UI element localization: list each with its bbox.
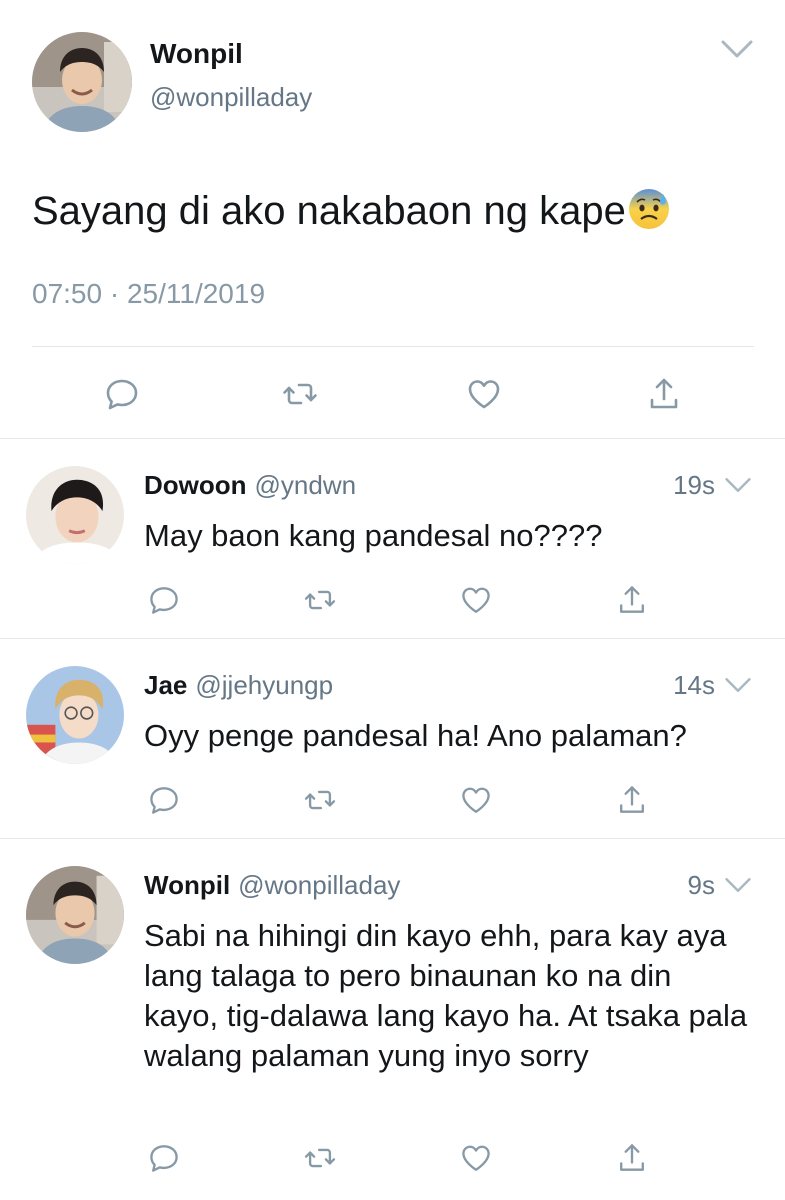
reply-header: Dowoon @yndwn bbox=[144, 470, 356, 501]
divider bbox=[0, 638, 785, 639]
main-tweet: Wonpil @wonpilladay Sayang di ako nakaba… bbox=[0, 0, 785, 440]
tweet-text-content: Sayang di ako nakabaon ng kape bbox=[32, 189, 626, 233]
retweet-icon[interactable] bbox=[302, 782, 338, 818]
reply-header: Jae @jjehyungp bbox=[144, 670, 333, 701]
share-icon[interactable] bbox=[644, 374, 684, 414]
avatar-jae[interactable] bbox=[26, 666, 124, 764]
tweet-text: Sayang di ako nakabaon ng kape bbox=[32, 186, 672, 234]
reply-text: May baon kang pandesal no???? bbox=[144, 518, 603, 553]
reply-icon[interactable] bbox=[146, 1140, 182, 1176]
like-icon[interactable] bbox=[458, 1140, 494, 1176]
reply-tweet[interactable]: Wonpil @wonpilladay 9s Sabi na hihingi di… bbox=[0, 840, 785, 1200]
reply-tweet[interactable]: Dowoon @yndwn 19s May baon kang pandesal … bbox=[0, 440, 785, 638]
dot-separator: · bbox=[109, 278, 120, 309]
reply-icon[interactable] bbox=[146, 582, 182, 618]
share-icon[interactable] bbox=[614, 582, 650, 618]
reply-header: Wonpil @wonpilladay bbox=[144, 870, 400, 901]
retweet-icon[interactable] bbox=[280, 374, 320, 414]
avatar-wonpil[interactable] bbox=[26, 866, 124, 964]
like-icon[interactable] bbox=[458, 782, 494, 818]
share-icon[interactable] bbox=[614, 782, 650, 818]
reply-author-name[interactable]: Jae bbox=[144, 670, 187, 700]
share-icon[interactable] bbox=[614, 1140, 650, 1176]
retweet-icon[interactable] bbox=[302, 582, 338, 618]
tweet-timestamp: 07:50 · 25/11/2019 bbox=[32, 278, 265, 310]
reply-author-handle[interactable]: @jjehyungp bbox=[195, 670, 333, 700]
tweet-time: 07:50 bbox=[32, 278, 103, 309]
reply-time: 19s bbox=[673, 470, 715, 500]
chevron-down-icon[interactable] bbox=[724, 676, 752, 694]
divider bbox=[32, 346, 754, 347]
author-name[interactable]: Wonpil bbox=[150, 38, 243, 70]
retweet-icon[interactable] bbox=[302, 1140, 338, 1176]
avatar-dowoon[interactable] bbox=[26, 466, 124, 564]
tweet-date: 25/11/2019 bbox=[126, 278, 266, 309]
reply-icon[interactable] bbox=[102, 374, 142, 414]
reply-text: Oyy penge pandesal ha! Ano palaman? bbox=[144, 718, 687, 753]
reply-time: 9s bbox=[687, 870, 715, 900]
chevron-down-icon[interactable] bbox=[724, 876, 752, 894]
author-handle[interactable]: @wonpilladay bbox=[150, 82, 312, 113]
reply-tweet[interactable]: Jae @jjehyungp 14s Oyy penge pandesal ha!… bbox=[0, 640, 785, 838]
reply-author-name[interactable]: Dowoon bbox=[144, 470, 247, 500]
divider bbox=[0, 838, 785, 839]
reply-text: Sabi na hihingi din kayo ehh, para kay a… bbox=[144, 918, 748, 1073]
like-icon[interactable] bbox=[464, 374, 504, 414]
chevron-down-icon[interactable] bbox=[720, 38, 754, 60]
reply-author-name[interactable]: Wonpil bbox=[144, 870, 230, 900]
avatar-wonpil[interactable] bbox=[32, 32, 132, 132]
chevron-down-icon[interactable] bbox=[724, 476, 752, 494]
divider bbox=[0, 438, 785, 439]
reply-author-handle[interactable]: @yndwn bbox=[255, 470, 357, 500]
reply-author-handle[interactable]: @wonpilladay bbox=[238, 870, 400, 900]
like-icon[interactable] bbox=[458, 582, 494, 618]
reply-icon[interactable] bbox=[146, 782, 182, 818]
reply-time: 14s bbox=[673, 670, 715, 700]
anxious-face-with-sweat-icon bbox=[628, 189, 669, 229]
